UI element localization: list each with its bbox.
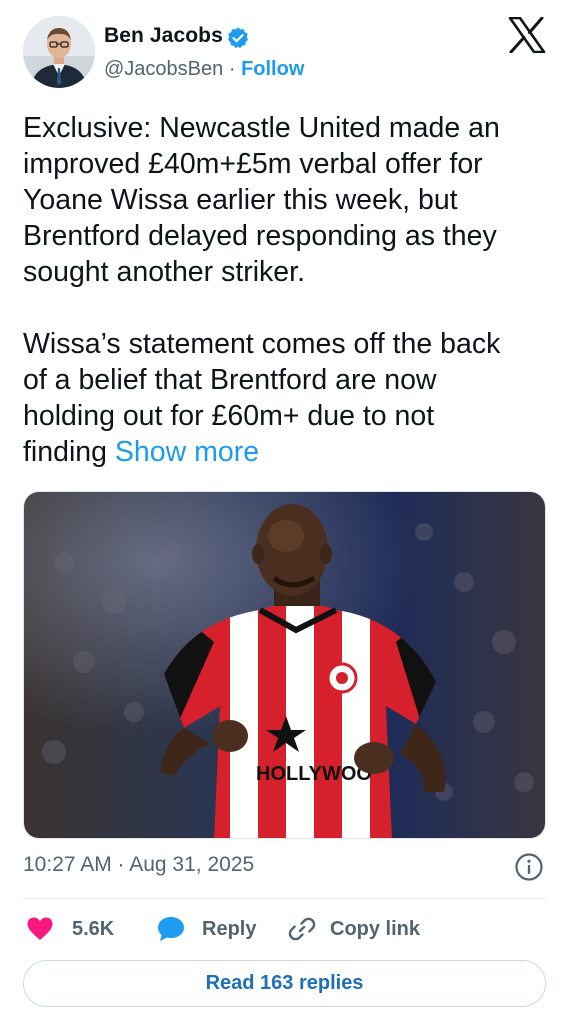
show-more-link[interactable]: Show more <box>115 436 259 468</box>
player-photo: HOLLYWOO <box>24 492 545 838</box>
avatar[interactable] <box>23 16 95 88</box>
author-handle-row: @JacobsBen · Follow <box>104 58 304 81</box>
info-icon[interactable] <box>514 852 544 882</box>
avatar-image <box>23 16 95 88</box>
copy-link-label: Copy link <box>330 917 421 940</box>
read-replies-button[interactable]: Read 163 replies <box>23 960 546 1007</box>
like-button[interactable]: 5.6K <box>26 912 114 946</box>
copy-link-button[interactable]: Copy link <box>288 912 420 946</box>
heart-icon <box>27 917 53 940</box>
x-logo-icon[interactable] <box>508 16 546 54</box>
shirt-sponsor-text: HOLLYWOO <box>256 763 372 785</box>
divider <box>23 898 546 899</box>
tweet-text-paragraph-1: Exclusive: Newcastle United made an impr… <box>23 112 500 288</box>
author-handle[interactable]: @JacobsBen <box>104 58 223 80</box>
link-icon <box>288 917 316 941</box>
separator-dot: · <box>228 58 236 80</box>
reply-label: Reply <box>202 917 257 940</box>
reply-bubble-icon <box>158 917 184 941</box>
reply-button[interactable]: Reply <box>156 912 256 946</box>
author-name[interactable]: Ben Jacobs <box>104 24 223 48</box>
tweet-photo[interactable]: HOLLYWOO <box>23 491 546 839</box>
tweet-text-paragraph-2-body: Wissa’s statement comes off the back of … <box>23 328 501 468</box>
follow-button[interactable]: Follow <box>241 58 304 80</box>
like-count: 5.6K <box>72 917 115 940</box>
verified-badge-icon <box>226 26 250 50</box>
tweet-timestamp[interactable]: 10:27 AM · Aug 31, 2025 <box>23 853 254 877</box>
tweet-text-paragraph-2: Wissa’s statement comes off the back of … <box>23 326 553 470</box>
